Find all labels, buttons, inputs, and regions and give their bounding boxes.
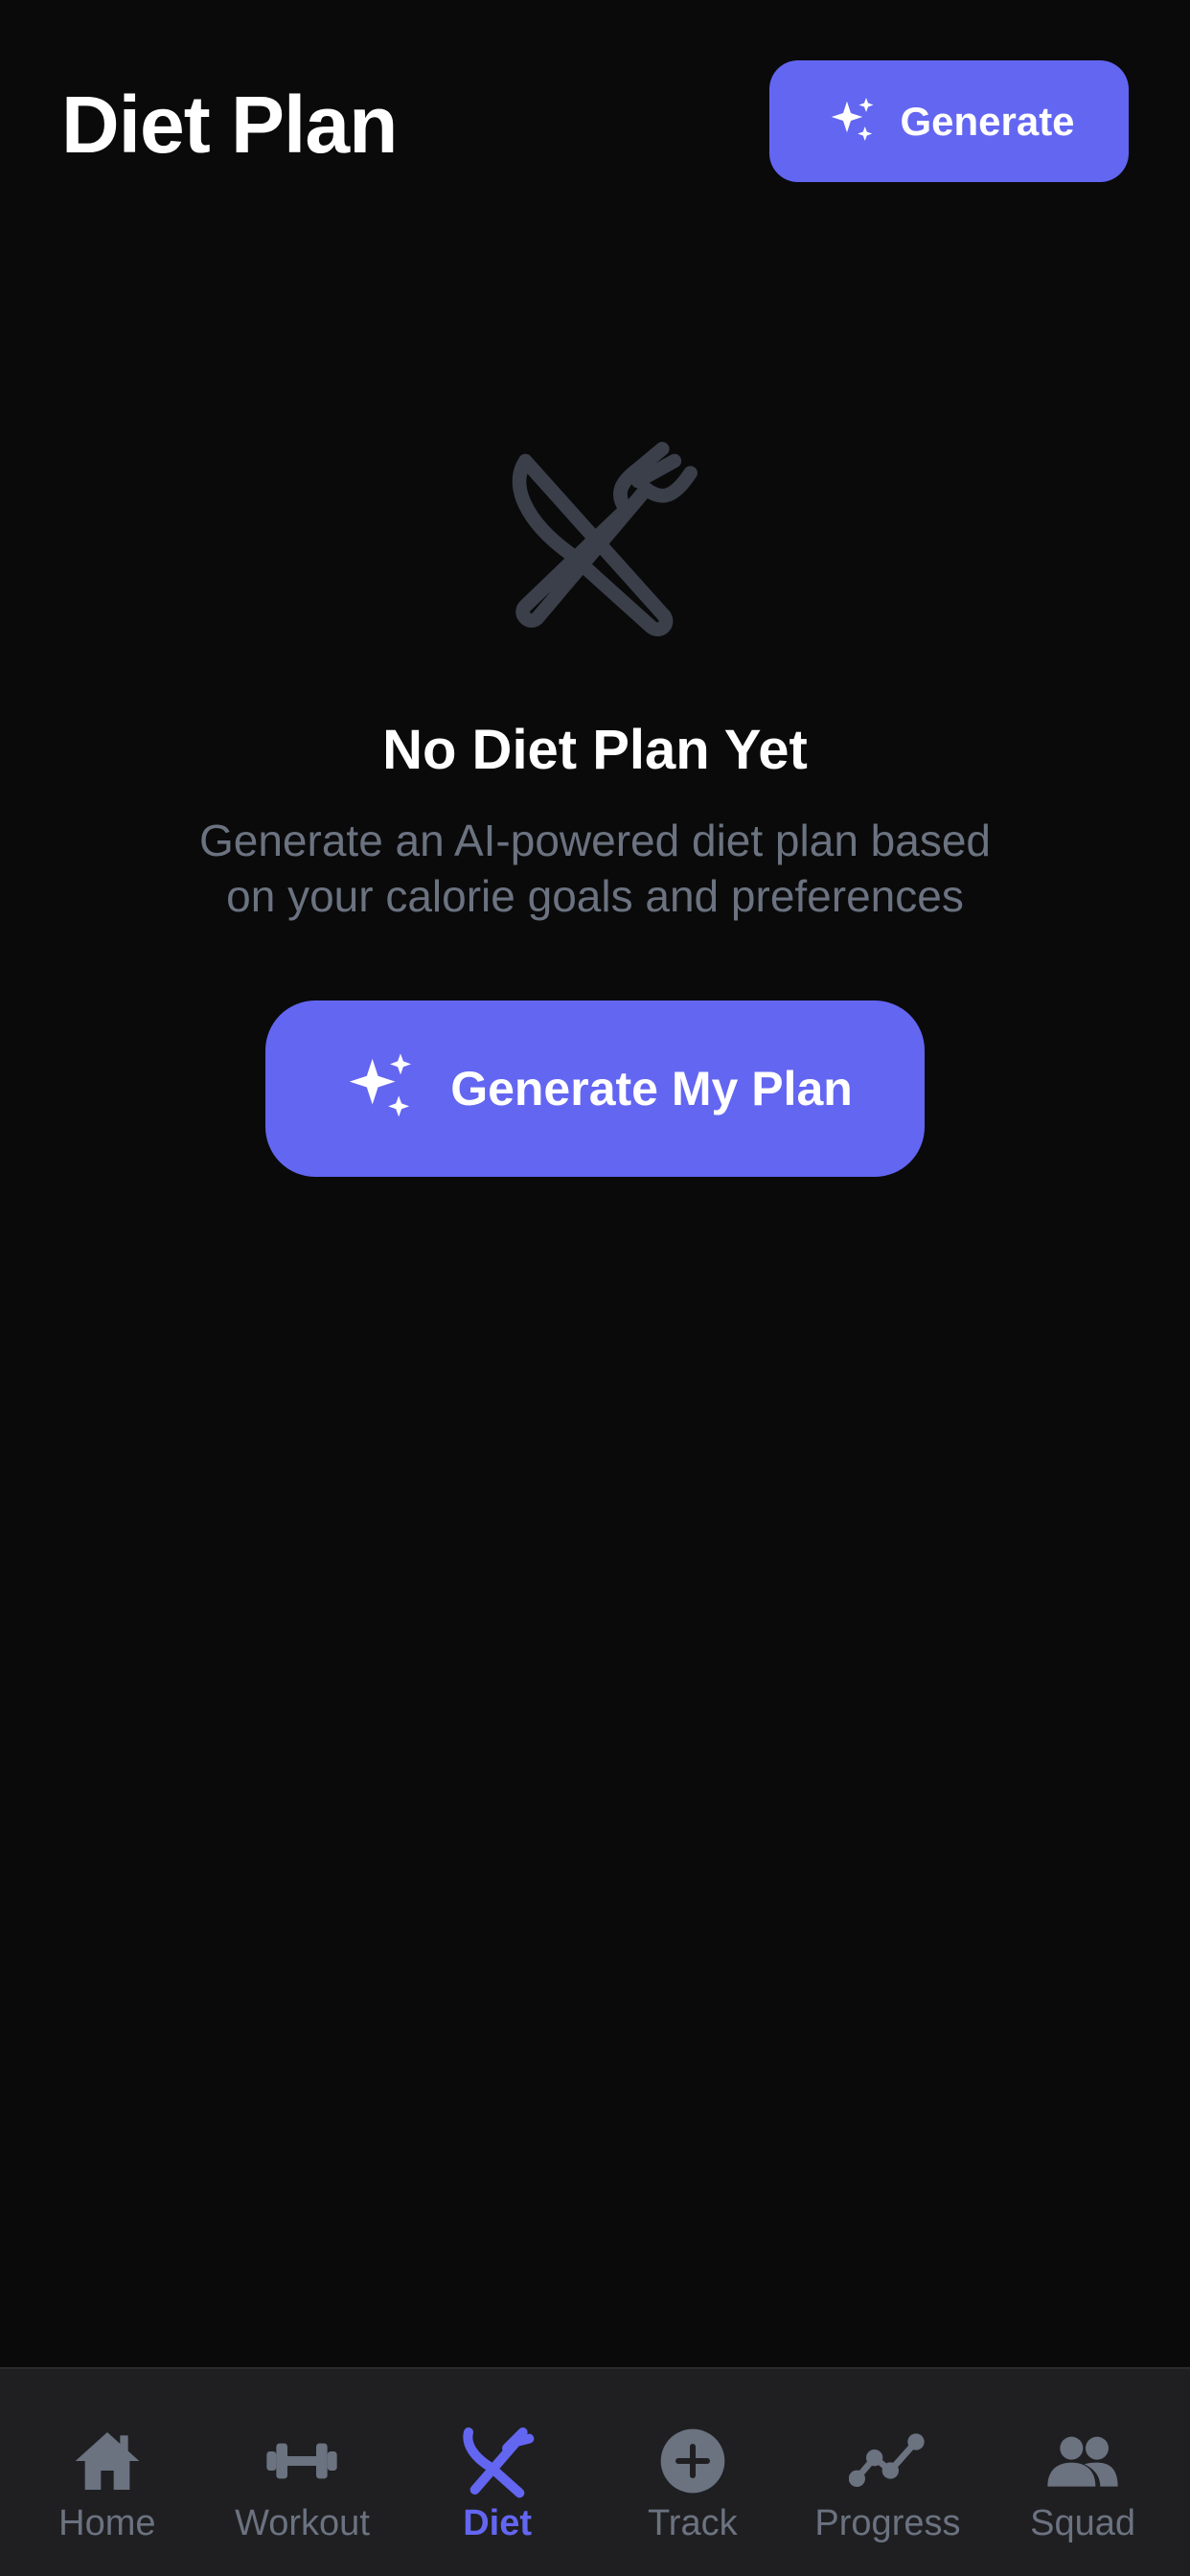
generate-button-label: Generate: [900, 98, 1075, 144]
generate-my-plan-label: Generate My Plan: [450, 1062, 853, 1116]
utensils-icon: [463, 2427, 535, 2498]
tab-home-label: Home: [58, 2503, 156, 2543]
sparkles-icon: [832, 97, 874, 141]
trend-line-icon: [849, 2433, 926, 2487]
header: Diet Plan Generate: [0, 0, 1190, 230]
tab-workout[interactable]: Workout: [206, 2369, 398, 2576]
tab-home[interactable]: Home: [11, 2369, 203, 2576]
generate-my-plan-button[interactable]: Generate My Plan: [265, 1000, 925, 1177]
empty-state-description: Generate an AI-powered diet plan based o…: [198, 816, 992, 921]
tab-squad-label: Squad: [1030, 2503, 1136, 2543]
sparkles-icon: [350, 1053, 412, 1117]
tab-progress-label: Progress: [814, 2503, 961, 2543]
tab-squad[interactable]: Squad: [987, 2369, 1179, 2576]
people-icon: [1047, 2436, 1118, 2487]
tab-track-label: Track: [648, 2503, 738, 2543]
tab-progress[interactable]: Progress: [791, 2369, 983, 2576]
home-icon: [75, 2432, 140, 2490]
tab-diet-label: Diet: [463, 2503, 533, 2543]
empty-state-title: No Diet Plan Yet: [382, 719, 808, 781]
dumbbell-icon: [266, 2443, 338, 2479]
tab-track[interactable]: Track: [597, 2369, 789, 2576]
tab-diet[interactable]: Diet: [401, 2369, 593, 2576]
generate-button[interactable]: Generate: [769, 60, 1129, 182]
tab-workout-label: Workout: [235, 2503, 370, 2543]
utensils-crossed-icon: [512, 442, 698, 636]
page-title: Diet Plan: [61, 80, 398, 170]
tab-bar: Home Workout Diet Track Progress Squad: [0, 2367, 1190, 2576]
empty-state: No Diet Plan Yet Generate an AI-powered …: [0, 441, 1190, 1177]
plus-circle-icon: [660, 2428, 725, 2494]
